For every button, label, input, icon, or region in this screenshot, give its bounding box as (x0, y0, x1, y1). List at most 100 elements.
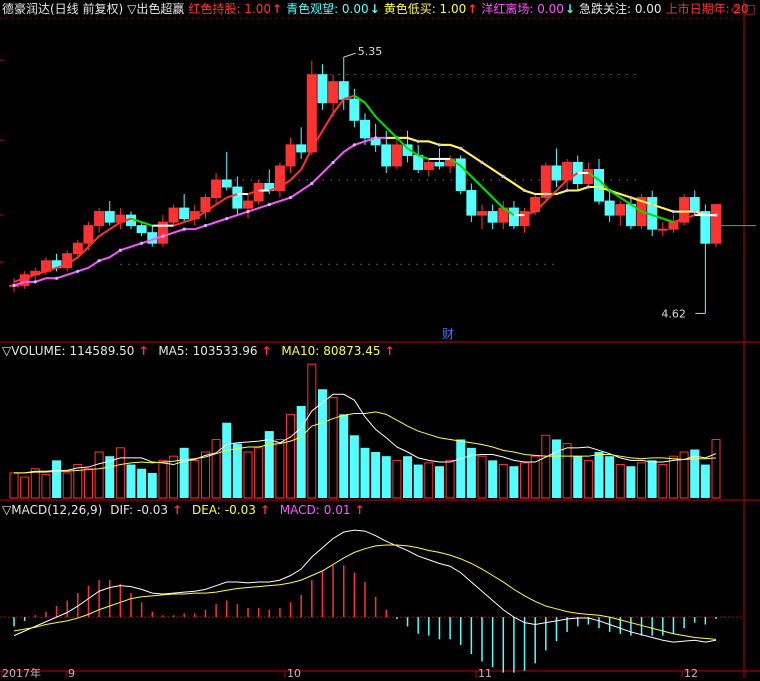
volume-bar (381, 456, 391, 498)
volume-bar (626, 466, 636, 498)
candle-body (508, 207, 519, 227)
indicator-name[interactable]: ▽出色超赢 (127, 2, 184, 16)
candle-body (104, 211, 115, 223)
volume-bar (434, 466, 444, 498)
ma-short-segment (321, 112, 334, 132)
volume-bar (371, 452, 381, 498)
ma-long-dot (629, 195, 633, 200)
candle-body (179, 207, 190, 220)
ma-long-dot (267, 202, 271, 207)
ma-long-dot (480, 160, 484, 165)
ma-long-dot (437, 143, 442, 147)
volume-bar (62, 472, 72, 499)
candle-body (211, 179, 222, 199)
volume-bar (296, 406, 306, 498)
dif-label: DIF: (110, 503, 133, 517)
ma-long-dot (54, 276, 59, 280)
ma-short-segment (481, 186, 494, 199)
ma-long-dot (203, 224, 208, 228)
candle-body (423, 161, 434, 170)
volume-label[interactable]: ▽VOLUME: (2, 344, 66, 358)
candle-body (487, 211, 498, 223)
candle-body (72, 242, 83, 255)
high-pointer (343, 52, 356, 58)
time-label: 11 (478, 667, 492, 678)
volume-bar (647, 460, 657, 498)
volume-value: 114589.50 (69, 344, 135, 358)
ma-short-segment (619, 196, 632, 206)
volume-bar (328, 397, 338, 499)
chart-canvas[interactable]: 2017年 9 10 11 12 5.35 4.62 财 (0, 0, 760, 680)
candle-body (594, 168, 604, 202)
candle-body (413, 154, 424, 170)
ma-long-dot (586, 185, 590, 189)
volume-bar (9, 472, 19, 499)
ma-long-dot (671, 210, 676, 214)
ma-long-dot (459, 146, 463, 150)
macd-hist-value: 0.01 (323, 503, 351, 517)
volume-bar (488, 460, 498, 498)
candle-body (434, 161, 445, 167)
corner-icons[interactable]: ◇ □ (731, 1, 760, 17)
candle-body (360, 119, 370, 139)
candle-body (381, 144, 392, 167)
ma5-value: 103533.96 (192, 344, 258, 358)
ma10-value: 80873.45 (323, 344, 381, 358)
candle-body (243, 200, 253, 209)
candle-body (349, 98, 360, 121)
candle-body (604, 200, 615, 216)
volume-bar (83, 468, 93, 499)
header-item-2: 黄色低买: 1.00 (383, 2, 467, 16)
ma-long-dot (565, 188, 569, 193)
header-item-0: 红色持股: 1.00 (188, 2, 271, 16)
volume-bar (520, 462, 530, 499)
ma-long-dot (522, 188, 527, 193)
macd-label[interactable]: ▽MACD(12,26,9) (2, 503, 102, 517)
low-price-label: 4.62 (661, 307, 686, 320)
candle-body (168, 207, 179, 223)
high-price-label: 5.35 (358, 45, 383, 58)
volume-bar (360, 447, 370, 498)
candle-body (306, 74, 317, 153)
volume-bar (52, 460, 62, 498)
volume-bar (169, 455, 179, 499)
diamond-icon[interactable]: ◇ (731, 2, 740, 16)
volume-bar (286, 413, 296, 499)
stock-title[interactable]: 德豪润达(日线 前复权) (2, 2, 123, 16)
volume-bar (20, 476, 30, 499)
dea-value: -0.03 (224, 503, 256, 517)
volume-bar (403, 456, 413, 498)
ma-long-yellow (386, 136, 716, 217)
volume-bar (424, 462, 434, 499)
candle-body (583, 168, 594, 185)
candle-body (221, 179, 232, 188)
ma-long-dot (97, 259, 101, 263)
volume-bar (126, 464, 136, 498)
volume-bar (392, 459, 402, 499)
ma-short-segment (470, 175, 483, 188)
volume-bar (30, 468, 40, 499)
candle-body (94, 211, 105, 227)
stock-chart-window: 2017年 9 10 11 12 5.35 4.62 财 德豪润达(日线 前复权) ▽出色超赢… (0, 0, 760, 680)
price-panel (9, 57, 756, 314)
header-arrow-1: ↓ (369, 2, 380, 16)
header-arrow-3: ↓ (564, 2, 575, 16)
time-label: 9 (68, 667, 75, 678)
ma-short-segment (289, 168, 302, 181)
ma-short-segment (109, 221, 121, 230)
window-icon[interactable]: □ (744, 2, 755, 16)
candle-body (615, 204, 626, 216)
ma10-label: MA10: (281, 344, 320, 358)
volume-bar (200, 451, 210, 499)
ma-long-dot (310, 181, 314, 186)
volume-bar (41, 474, 51, 499)
candle-body (328, 81, 339, 104)
ma-long-dot (246, 210, 250, 214)
volume-bar (573, 456, 583, 498)
volume-bar (583, 459, 593, 499)
volume-bar (275, 438, 285, 499)
candle-body (477, 211, 487, 216)
ma-long-dot (650, 202, 654, 207)
volume-bar (73, 464, 83, 499)
candle-body (338, 81, 349, 100)
